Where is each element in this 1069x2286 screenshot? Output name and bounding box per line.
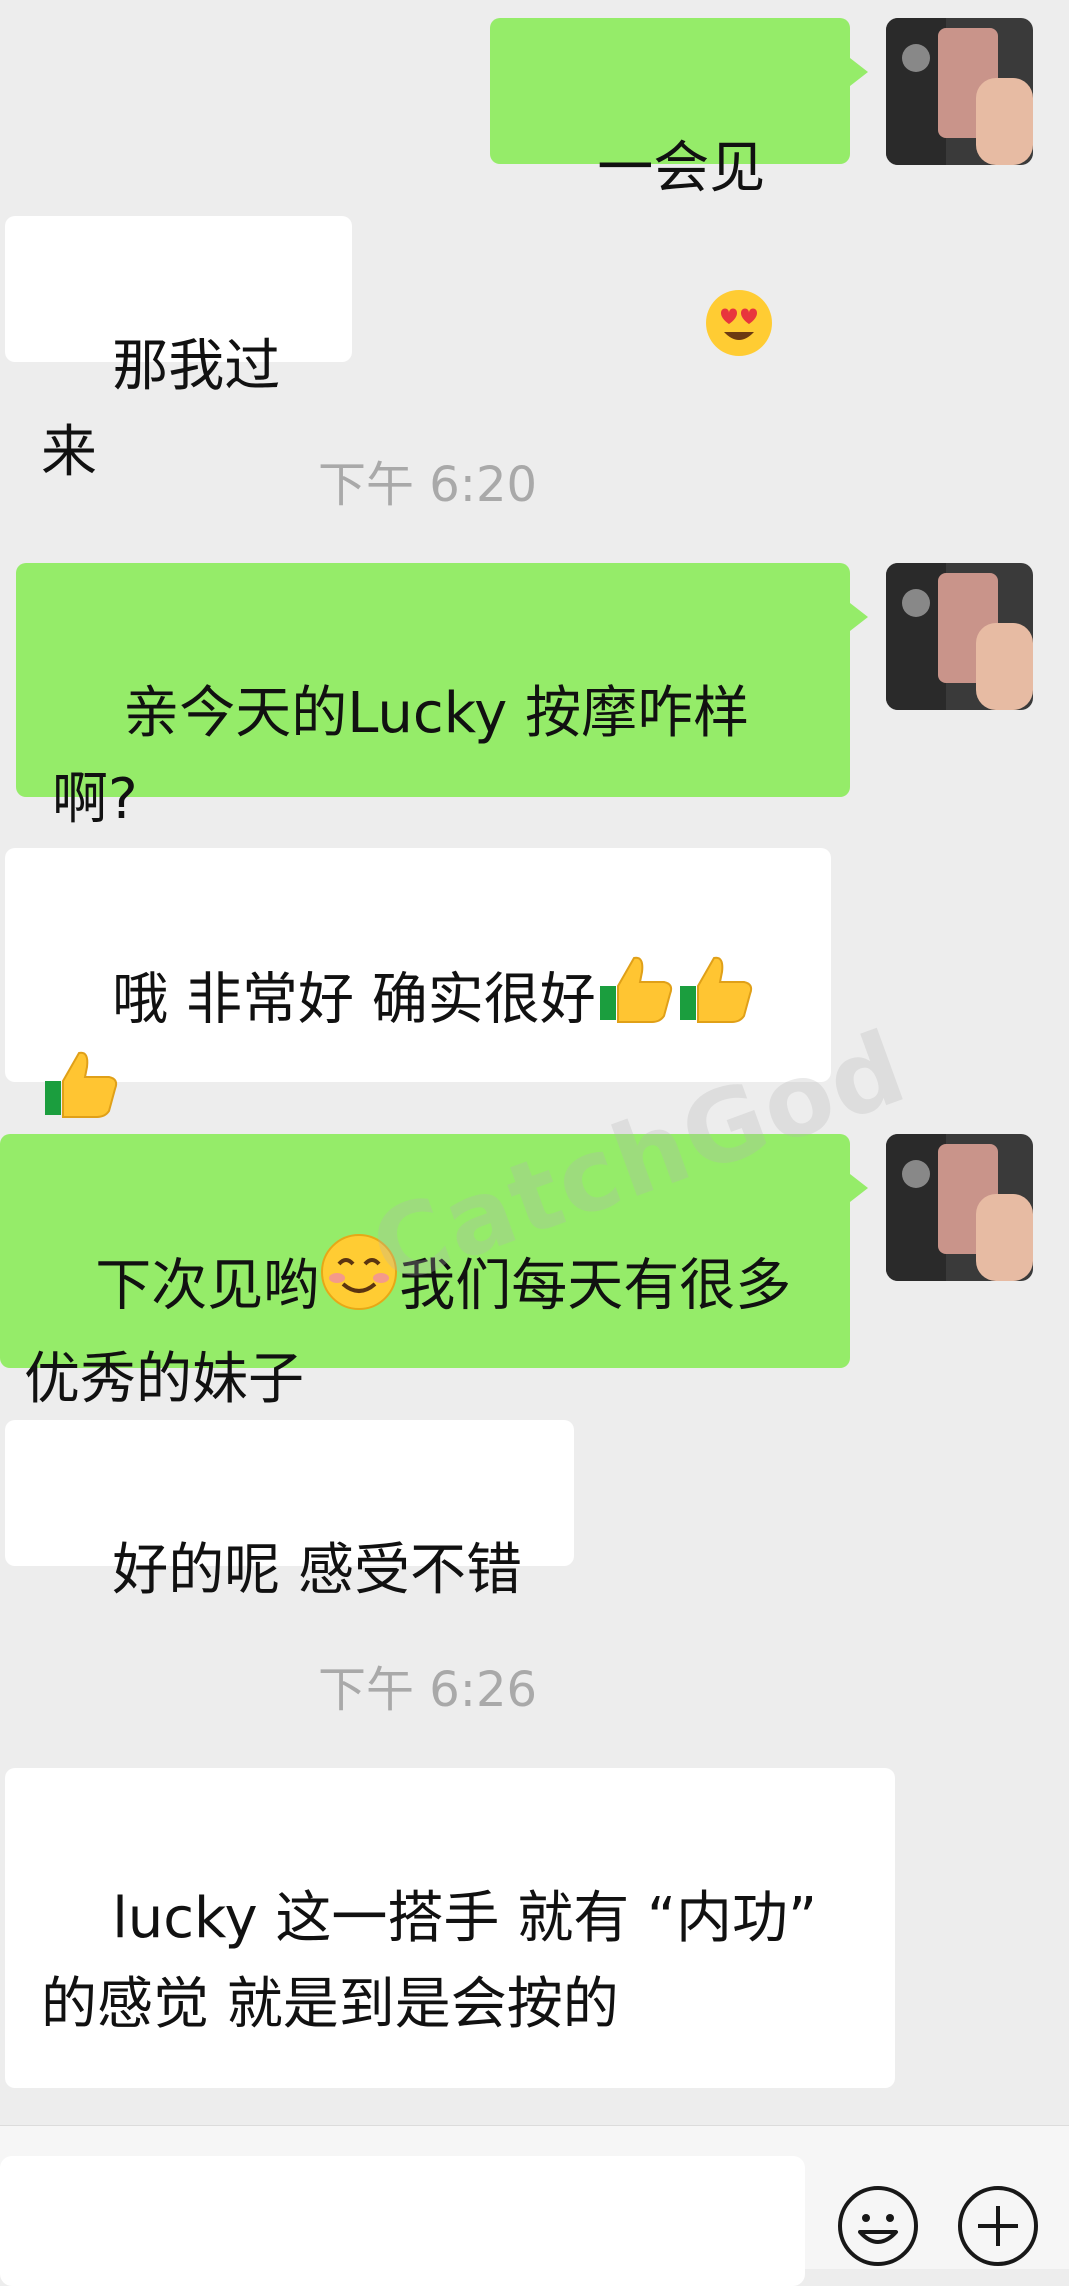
message-bubble-outgoing[interactable]: 亲今天的Lucky 按摩咋样啊? (16, 563, 868, 832)
message-input[interactable] (0, 2156, 805, 2286)
chat-area: 一会见 那我过来 下午 6:20 亲今天的Lucky 按摩咋样啊? 哦 非常好 … (0, 0, 1069, 2125)
message-bubble-incoming[interactable]: 那我过来 (5, 216, 352, 485)
message-text: 一会见 (597, 136, 766, 201)
thumbs-up-emoji-icon (596, 946, 676, 1051)
message-text: 下次见哟 (95, 1253, 320, 1319)
emoji-icon[interactable] (836, 2184, 920, 2268)
message-bubble-incoming[interactable]: 哦 非常好 确实很好 (5, 848, 831, 1118)
message-text: 好的呢 感受不错 (112, 1538, 523, 1603)
heart-eyes-emoji-icon (597, 202, 774, 469)
message-bubble-outgoing[interactable]: 一会见 (490, 18, 868, 356)
user-avatar[interactable] (886, 1134, 1033, 1281)
smiling-face-emoji-icon (319, 1232, 399, 1337)
message-text: 哦 非常好 确实很好 (112, 967, 596, 1033)
user-avatar[interactable] (886, 563, 1033, 710)
message-bubble-incoming[interactable]: lucky 这一搭手 就有 “内功” 的感觉 就是到是会按的 (5, 1768, 895, 2088)
message-bubble-incoming[interactable]: 好的呢 感受不错 (5, 1420, 574, 1603)
timestamp: 下午 6:26 (317, 1662, 538, 1718)
thumbs-up-emoji-icon (41, 1041, 121, 1146)
timestamp: 下午 6:20 (317, 457, 538, 513)
message-text: lucky 这一搭手 就有 “内功” 的感觉 就是到是会按的 (41, 1886, 835, 2037)
user-avatar[interactable] (886, 18, 1033, 165)
message-text: 亲今天的Lucky 按摩咋样啊? (52, 681, 750, 832)
message-bubble-outgoing[interactable]: 下次见哟 我们每天有很多优秀的妹子 (0, 1134, 868, 1412)
thumbs-up-emoji-icon (676, 946, 756, 1051)
plus-icon[interactable] (956, 2184, 1040, 2268)
input-bar (0, 2125, 1069, 2286)
